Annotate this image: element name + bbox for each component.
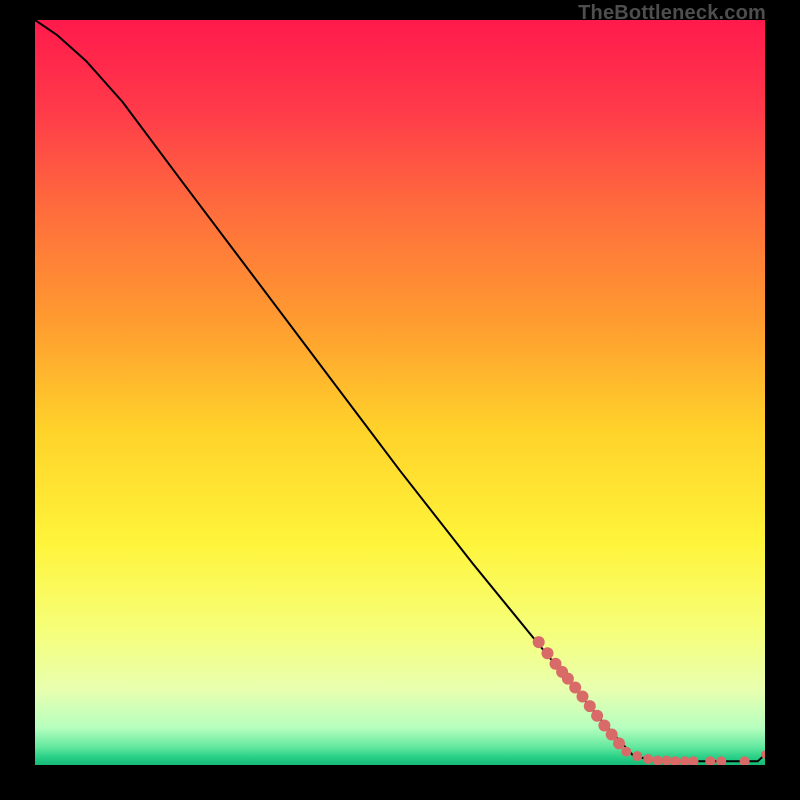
data-marker [632,751,642,761]
data-marker [533,636,545,648]
chart-svg [35,20,765,765]
data-marker [542,647,554,659]
data-marker [584,700,596,712]
data-marker [613,737,625,749]
plot-area [35,20,765,765]
data-marker [577,691,589,703]
chart-viewport: TheBottleneck.com [0,0,800,800]
data-marker [643,754,653,764]
data-marker [621,747,631,757]
data-marker [591,710,603,722]
